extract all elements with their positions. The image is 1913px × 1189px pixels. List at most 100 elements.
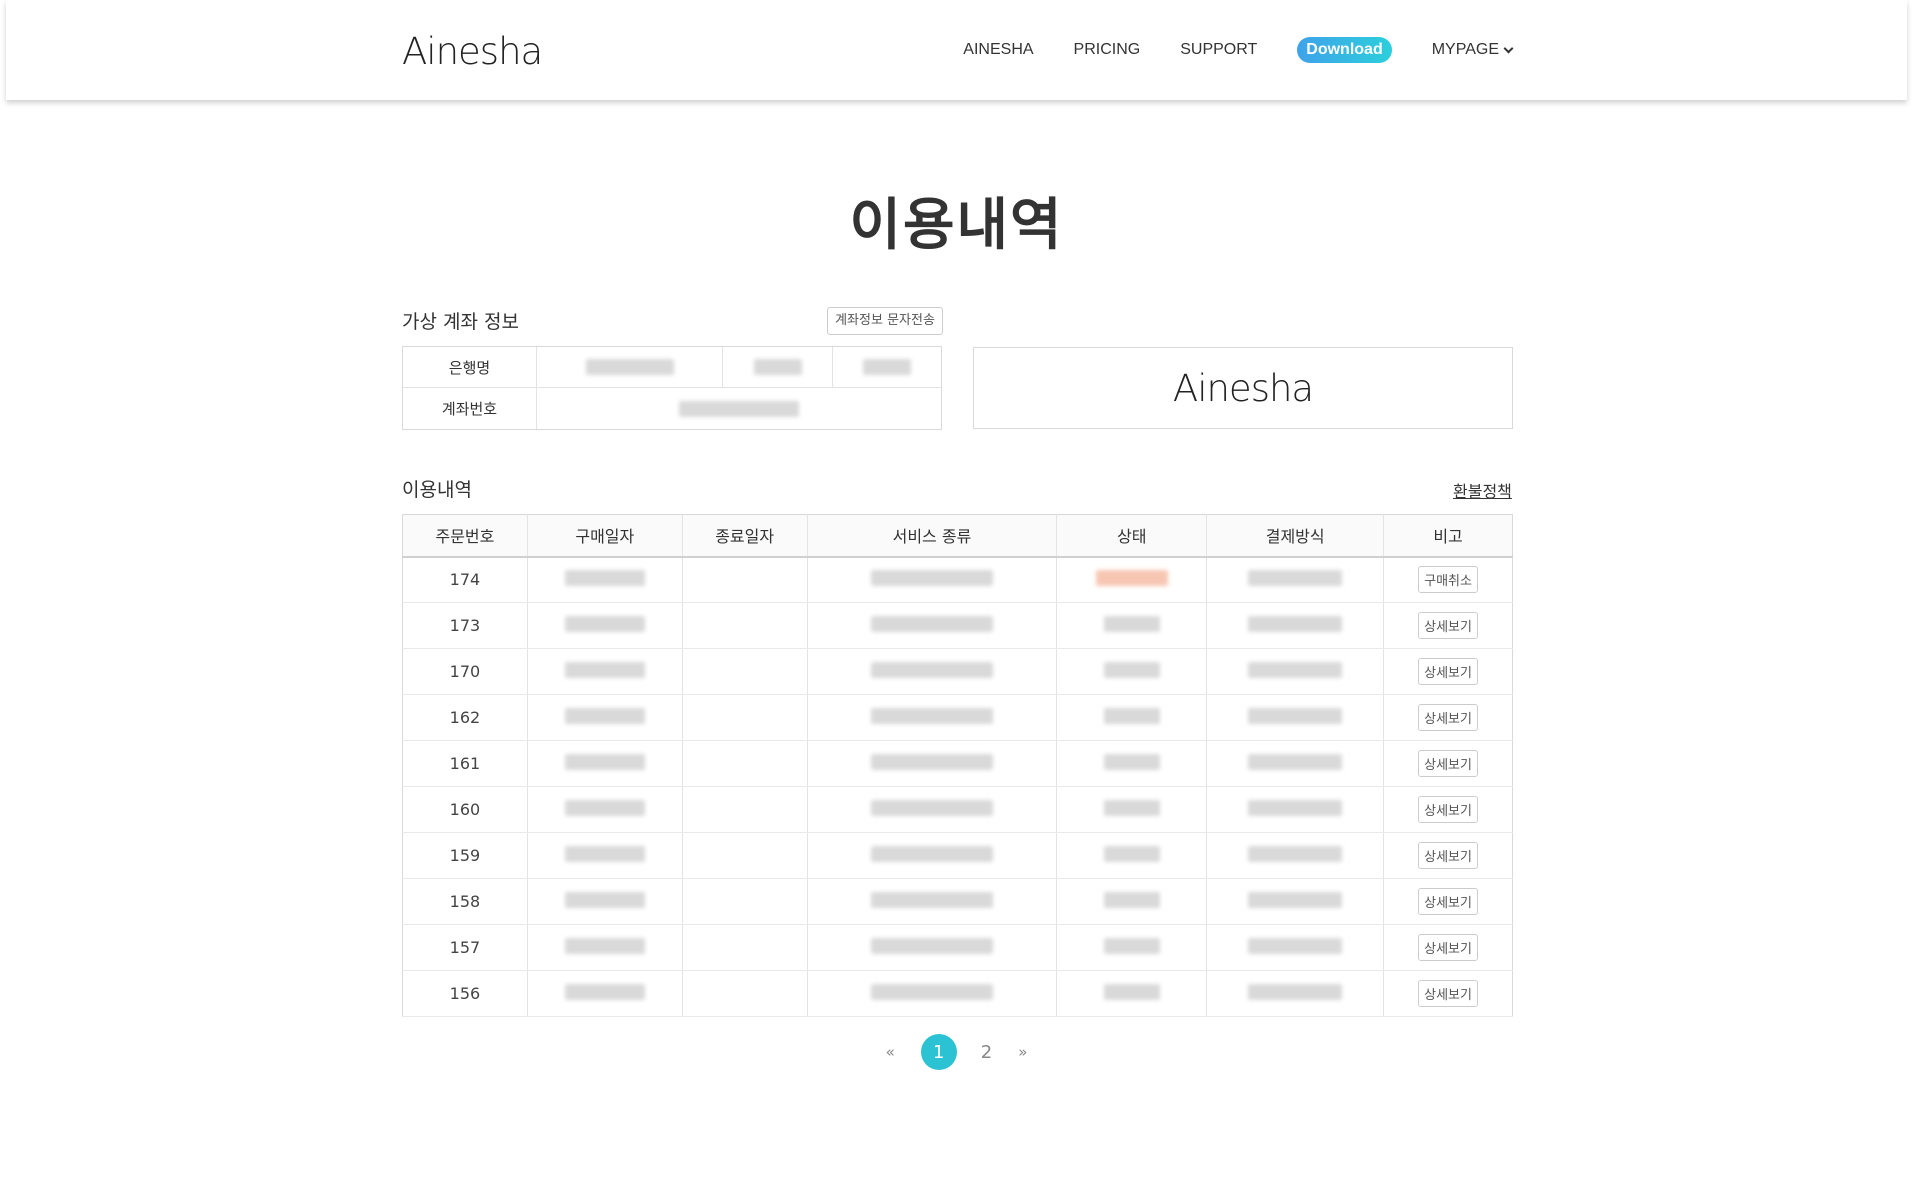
bank-branch-value	[723, 347, 833, 387]
table-row: 162 상세보기	[402, 694, 1513, 741]
nav-mypage[interactable]: MYPAGE	[1431, 41, 1514, 59]
order-number: 159	[402, 832, 528, 879]
nav-pricing[interactable]: PRICING	[1074, 41, 1141, 59]
pagination-page-2[interactable]: 2	[981, 1042, 992, 1063]
order-number: 173	[402, 602, 528, 649]
download-button[interactable]: Download	[1297, 37, 1392, 63]
col-status: 상태	[1056, 514, 1208, 558]
table-row: 157 상세보기	[402, 924, 1513, 971]
view-details-button[interactable]: 상세보기	[1418, 750, 1478, 777]
view-details-button[interactable]: 상세보기	[1418, 980, 1478, 1007]
usage-header-row: 주문번호 구매일자 종료일자 서비스 종류 상태 결제방식 비고	[402, 514, 1513, 558]
col-service-type: 서비스 종류	[807, 514, 1058, 558]
site-logo[interactable]: Ainesha	[402, 30, 543, 73]
payment-method	[1206, 878, 1385, 925]
status	[1056, 740, 1208, 787]
nav-mypage-label: MYPAGE	[1431, 41, 1499, 58]
purchase-date	[527, 832, 683, 879]
order-number: 156	[402, 970, 528, 1017]
brand-box: Ainesha	[973, 347, 1513, 429]
service-type	[807, 648, 1058, 695]
pagination-next[interactable]: »	[1018, 1043, 1027, 1061]
brand-logo: Ainesha	[1172, 366, 1314, 410]
remarks: 상세보기	[1383, 740, 1513, 787]
purchase-date	[527, 648, 683, 695]
status	[1056, 556, 1208, 603]
end-date	[682, 694, 808, 741]
status	[1056, 694, 1208, 741]
status	[1056, 648, 1208, 695]
view-details-button[interactable]: 상세보기	[1418, 934, 1478, 961]
end-date	[682, 878, 808, 925]
view-details-button[interactable]: 상세보기	[1418, 612, 1478, 639]
pagination-page-1[interactable]: 1	[920, 1034, 957, 1070]
status	[1056, 786, 1208, 833]
refund-policy-link[interactable]: 환불정책	[1453, 478, 1512, 502]
remarks: 구매취소	[1383, 556, 1513, 603]
payment-method	[1206, 924, 1385, 971]
account-number-label: 계좌번호	[403, 388, 537, 429]
order-number: 157	[402, 924, 528, 971]
view-details-button[interactable]: 상세보기	[1418, 704, 1478, 731]
purchase-date	[527, 786, 683, 833]
table-row: 156 상세보기	[402, 970, 1513, 1017]
service-type	[807, 970, 1058, 1017]
payment-method	[1206, 602, 1385, 649]
account-number-row: 계좌번호	[403, 388, 941, 429]
end-date	[682, 648, 808, 695]
status	[1056, 924, 1208, 971]
bank-holder-value	[833, 347, 941, 387]
view-details-button[interactable]: 상세보기	[1418, 796, 1478, 823]
bank-label: 은행명	[403, 347, 537, 387]
view-details-button[interactable]: 상세보기	[1418, 658, 1478, 685]
order-number: 162	[402, 694, 528, 741]
service-type	[807, 832, 1058, 879]
end-date	[682, 924, 808, 971]
account-table: 은행명 계좌번호	[402, 346, 942, 430]
purchase-date	[527, 602, 683, 649]
cancel-purchase-button[interactable]: 구매취소	[1418, 566, 1478, 594]
nav-support[interactable]: SUPPORT	[1180, 41, 1257, 59]
usage-table: 주문번호 구매일자 종료일자 서비스 종류 상태 결제방식 비고 174 구매취소…	[402, 514, 1513, 1017]
table-row: 174 구매취소	[402, 556, 1513, 603]
service-type	[807, 602, 1058, 649]
payment-method	[1206, 740, 1385, 787]
usage-body: 174 구매취소 173 상세보기 170 상세보기 162 상세보기 161 상세보기 160 상세…	[402, 556, 1513, 1017]
payment-method	[1206, 694, 1385, 741]
account-section-title: 가상 계좌 정보	[402, 311, 519, 333]
sms-account-info-button[interactable]: 계좌정보 문자전송	[827, 307, 943, 335]
purchase-date	[527, 878, 683, 925]
purchase-date	[527, 556, 683, 603]
order-number: 160	[402, 786, 528, 833]
view-details-button[interactable]: 상세보기	[1418, 888, 1478, 915]
service-type	[807, 556, 1058, 603]
col-end-date: 종료일자	[682, 514, 808, 558]
col-purchase-date: 구매일자	[527, 514, 683, 558]
remarks: 상세보기	[1383, 970, 1513, 1017]
table-row: 158 상세보기	[402, 878, 1513, 925]
view-details-button[interactable]: 상세보기	[1418, 842, 1478, 869]
usage-section-title: 이용내역	[402, 479, 472, 501]
col-remarks: 비고	[1383, 514, 1513, 558]
payment-method	[1206, 970, 1385, 1017]
table-row: 173 상세보기	[402, 602, 1513, 649]
pagination: « 1 2 »	[0, 1034, 1913, 1070]
purchase-date	[527, 924, 683, 971]
service-type	[807, 786, 1058, 833]
order-number: 170	[402, 648, 528, 695]
table-row: 160 상세보기	[402, 786, 1513, 833]
remarks: 상세보기	[1383, 878, 1513, 925]
end-date	[682, 832, 808, 879]
remarks: 상세보기	[1383, 648, 1513, 695]
payment-method	[1206, 556, 1385, 603]
purchase-date	[527, 694, 683, 741]
header-inner: Ainesha AINESHA PRICING SUPPORT Download…	[402, 0, 1514, 100]
end-date	[682, 740, 808, 787]
end-date	[682, 602, 808, 649]
remarks: 상세보기	[1383, 832, 1513, 879]
pagination-prev[interactable]: «	[886, 1043, 895, 1061]
bank-row: 은행명	[403, 347, 941, 388]
remarks: 상세보기	[1383, 786, 1513, 833]
nav-ainesha[interactable]: AINESHA	[963, 41, 1033, 59]
col-payment-method: 결제방식	[1206, 514, 1385, 558]
